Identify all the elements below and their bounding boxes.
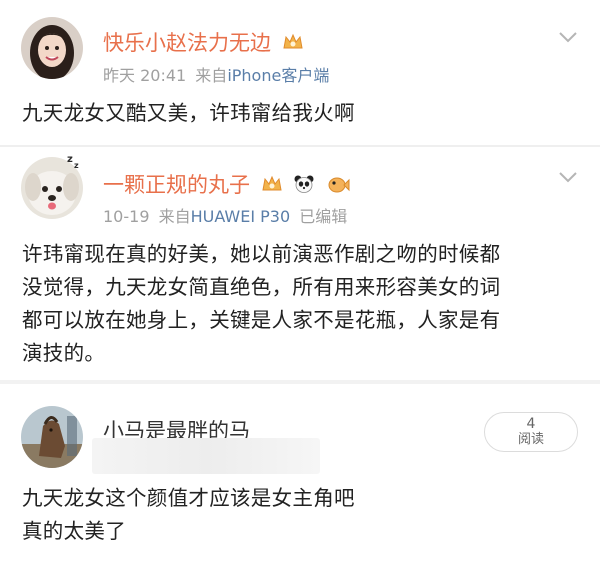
post-card: z z 一颗正规的丸子 10-19 来自HUAWEI P30 已编辑 许玮甯现在… [0, 147, 600, 380]
content-line: 没觉得，九天龙女简直绝色，所有用来形容美女的词 [22, 275, 501, 299]
crown-badge-icon [282, 32, 304, 57]
blurred-region [92, 438, 320, 474]
horse-avatar-icon [21, 406, 83, 468]
content-line: 都可以放在她身上，关键是人家不是花瓶，人家是有 [22, 308, 501, 332]
post-meta: 昨天 20:41 来自iPhone客户端 [103, 62, 329, 86]
content-line: 九天龙女这个颜值才应该是女主角吧 [22, 486, 355, 510]
username-text[interactable]: 快乐小赵法力无边 [103, 31, 271, 55]
post-content: 九天龙女又酷又美，许玮甯给我火啊 [22, 97, 582, 130]
post-card: 快乐小赵法力无边 昨天 20:41 来自iPhone客户端 九天龙女又酷又美，许… [0, 0, 600, 145]
device-link[interactable]: iPhone客户端 [227, 66, 329, 85]
device-link[interactable]: HUAWEI P30 [191, 207, 291, 226]
post-card: 小马是最胖的马 4 阅读 九天龙女这个颜值才应该是女主角吧 真的太美了 [0, 384, 600, 564]
post-content: 九天龙女这个颜值才应该是女主角吧 真的太美了 [22, 482, 582, 548]
timestamp: 10-19 [103, 207, 150, 226]
chevron-down-icon[interactable] [558, 170, 578, 184]
post-content: 许玮甯现在真的好美，她以前演恶作剧之吻的时候都 没觉得，九天龙女简直绝色，所有用… [22, 238, 582, 370]
read-count: 4 [526, 416, 536, 432]
content-line: 真的太美了 [22, 519, 126, 543]
svg-text:z: z [67, 154, 73, 165]
timestamp: 昨天 20:41 [103, 66, 187, 85]
edited-label: 已编辑 [299, 207, 348, 226]
sleep-zz-icon: z z [67, 154, 79, 170]
content-line: 九天龙女又酷又美，许玮甯给我火啊 [22, 101, 355, 125]
girl-avatar-icon [21, 17, 83, 79]
username[interactable]: 一颗正规的丸子 [103, 169, 350, 199]
username-text[interactable]: 一颗正规的丸子 [103, 173, 250, 197]
crown-badge-icon [261, 174, 283, 199]
content-line: 许玮甯现在真的好美，她以前演恶作剧之吻的时候都 [22, 242, 501, 266]
read-label: 阅读 [517, 432, 544, 447]
chevron-down-icon[interactable] [558, 30, 578, 44]
panda-badge-icon [293, 174, 315, 199]
username[interactable]: 快乐小赵法力无边 [103, 27, 304, 57]
avatar[interactable] [21, 406, 83, 468]
source-prefix: 来自 [158, 207, 191, 226]
content-line: 演技的。 [22, 341, 106, 365]
source-prefix: 来自 [195, 66, 228, 85]
svg-text:z: z [74, 161, 79, 170]
pufferfish-badge-icon [326, 174, 350, 199]
avatar[interactable] [21, 17, 83, 79]
read-count-button[interactable]: 4 阅读 [484, 412, 578, 452]
post-meta: 10-19 来自HUAWEI P30 已编辑 [103, 203, 347, 227]
